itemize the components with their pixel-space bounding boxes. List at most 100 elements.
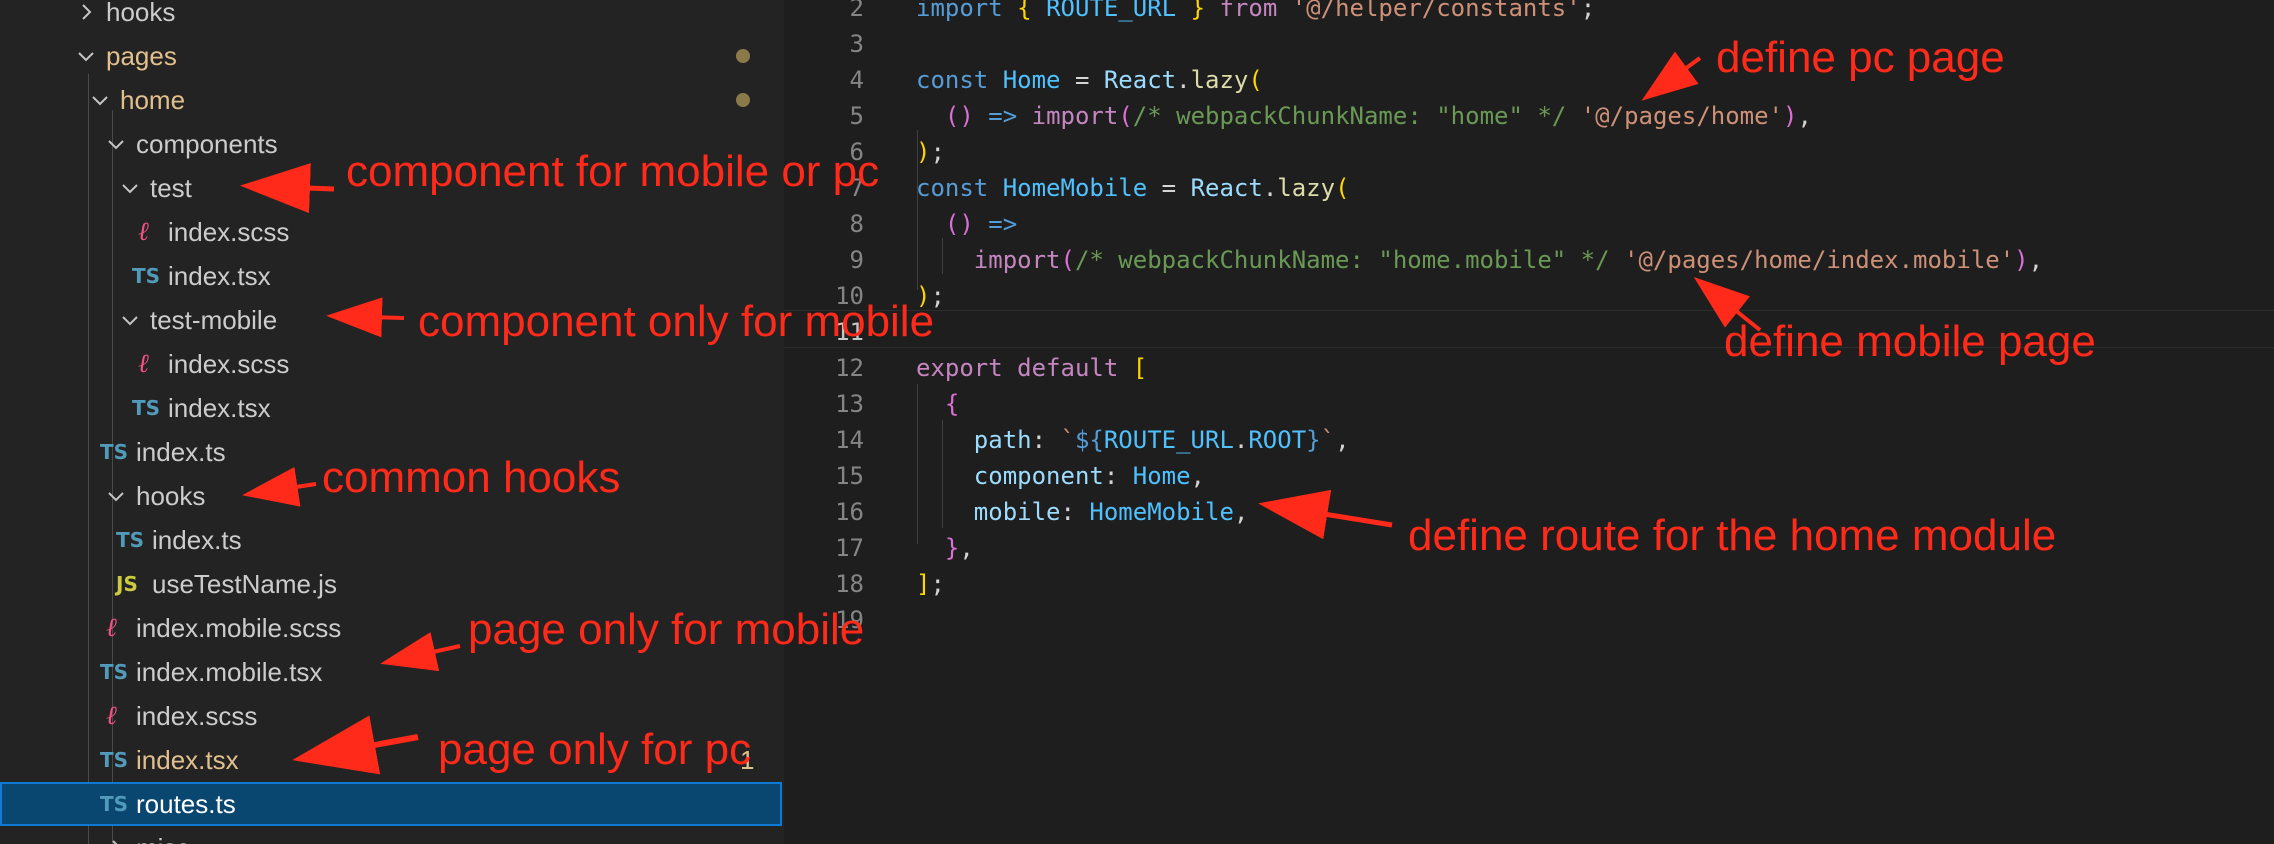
tree-item[interactable]: TS index.ts: [0, 518, 784, 562]
chevron-down-icon[interactable]: [104, 132, 128, 156]
chevron-down-icon[interactable]: [118, 176, 142, 200]
sass-file-icon: ℓ: [138, 349, 149, 379]
tree-item[interactable]: test: [0, 166, 784, 210]
chevron-right-icon[interactable]: [74, 0, 98, 24]
modified-dot: [736, 93, 750, 107]
code-line[interactable]: 15 component: Home,: [784, 458, 2274, 494]
line-number: 13: [835, 390, 864, 418]
tree-item[interactable]: components: [0, 122, 784, 166]
code-line[interactable]: 11: [784, 314, 2274, 350]
tree-item[interactable]: TS index.ts: [0, 430, 784, 474]
code-line[interactable]: 10);: [784, 278, 2274, 314]
tree-item[interactable]: test-mobile: [0, 298, 784, 342]
tree-item[interactable]: home: [0, 78, 784, 122]
code-text: {: [944, 390, 960, 418]
code-text: const HomeMobile = React.lazy(: [916, 174, 1350, 202]
tree-item-label: index.mobile.tsx: [136, 657, 323, 687]
code-line[interactable]: 4 const Home = React.lazy(: [784, 62, 2274, 98]
tree-item-label: routes.ts: [136, 789, 236, 819]
line-number: 9: [849, 246, 864, 274]
code-line[interactable]: 2 import { ROUTE_URL } from '@/helper/con…: [784, 0, 2274, 26]
tree-item[interactable]: TS index.tsx: [0, 386, 784, 430]
tree-item[interactable]: ℓ index.scss: [0, 694, 784, 738]
code-line[interactable]: 9 import(/* webpackChunkName: "home.mobi…: [784, 242, 2274, 278]
line-number: 4: [849, 66, 864, 94]
code-text: export default [: [916, 354, 1148, 382]
tree-item-label: hooks: [106, 0, 176, 27]
tree-item-label: index.mobile.scss: [136, 613, 342, 643]
tree-item-label: index.ts: [152, 525, 242, 555]
typescript-file-icon: TS: [100, 748, 129, 772]
chevron-down-icon[interactable]: [104, 484, 128, 508]
line-number: 12: [835, 354, 864, 382]
code-text: mobile: HomeMobile,: [973, 498, 1249, 526]
code-text: component: Home,: [973, 462, 1205, 490]
line-number: 16: [835, 498, 864, 526]
javascript-file-icon: JS: [116, 572, 138, 596]
tree-item[interactable]: JS useTestName.js: [0, 562, 784, 606]
typescript-file-icon: TS: [100, 792, 129, 816]
code-text: import(/* webpackChunkName: "home.mobile…: [973, 246, 2044, 274]
tree-item[interactable]: ℓ index.mobile.scss: [0, 606, 784, 650]
code-line[interactable]: 14 path: `${ROUTE_URL.ROOT}`,: [784, 422, 2274, 458]
tree-item[interactable]: hooks: [0, 474, 784, 518]
file-explorer: hooks pages home components test ℓ index.scss T…: [0, 0, 784, 844]
code-line[interactable]: 13 {: [784, 386, 2274, 422]
tree-item[interactable]: ℓ index.scss: [0, 342, 784, 386]
tree-item-label: test: [150, 173, 192, 203]
tree-item[interactable]: TS index.tsx: [0, 254, 784, 298]
code-line[interactable]: 6);: [784, 134, 2274, 170]
code-text: () =>: [944, 210, 1018, 238]
typescript-file-icon: TS: [116, 528, 145, 552]
chevron-down-icon[interactable]: [118, 308, 142, 332]
tree-item[interactable]: ℓ index.scss: [0, 210, 784, 254]
tree-item-label: home: [120, 85, 186, 115]
typescript-file-icon: TS: [100, 660, 129, 684]
code-text: import { ROUTE_URL } from '@/helper/cons…: [916, 0, 1596, 22]
chevron-down-icon[interactable]: [74, 44, 98, 68]
code-line[interactable]: 5 () => import(/* webpackChunkName: "hom…: [784, 98, 2274, 134]
tree-item[interactable]: TS index.mobile.tsx: [0, 650, 784, 694]
tree-item-label: index.tsx: [168, 393, 271, 423]
code-text: );: [916, 138, 945, 166]
tree-item-label: index.ts: [136, 437, 226, 467]
code-line[interactable]: 3: [784, 26, 2274, 62]
chevron-down-icon[interactable]: [88, 88, 112, 112]
line-number: 7: [849, 174, 864, 202]
code-text: const Home = React.lazy(: [916, 66, 1263, 94]
tree-item-label: index.tsx: [136, 745, 239, 775]
code-line[interactable]: 7 const HomeMobile = React.lazy(: [784, 170, 2274, 206]
code-line[interactable]: 16 mobile: HomeMobile,: [784, 494, 2274, 530]
tree-item[interactable]: misc: [0, 826, 784, 844]
code-line[interactable]: 12 export default [: [784, 350, 2274, 386]
sass-file-icon: ℓ: [106, 701, 117, 731]
code-line[interactable]: 18];: [784, 566, 2274, 602]
tree-item[interactable]: hooks: [0, 0, 784, 34]
code-line[interactable]: 8 () =>: [784, 206, 2274, 242]
code-text: ];: [916, 570, 945, 598]
chevron-right-icon[interactable]: [104, 836, 128, 844]
line-number: 8: [849, 210, 864, 238]
code-editor[interactable]: 2 import { ROUTE_URL } from '@/helper/con…: [784, 0, 2274, 844]
tree-item-label: components: [136, 129, 278, 159]
modified-dot: [736, 49, 750, 63]
line-number: 3: [849, 30, 864, 58]
tree-item[interactable]: TS routes.ts: [0, 782, 782, 826]
tree-item-label: test-mobile: [150, 305, 278, 335]
tree-item-label: index.scss: [136, 701, 258, 731]
code-line[interactable]: 19: [784, 602, 2274, 638]
tree-item[interactable]: pages: [0, 34, 784, 78]
typescript-file-icon: TS: [100, 440, 129, 464]
typescript-file-icon: TS: [132, 396, 161, 420]
line-number: 10: [835, 282, 864, 310]
code-line[interactable]: 17 },: [784, 530, 2274, 566]
tree-item-label: hooks: [136, 481, 206, 511]
line-number: 2: [849, 0, 864, 22]
problem-count-badge: 1: [740, 745, 755, 775]
line-number: 11: [835, 318, 864, 346]
tree-item-label: index.scss: [168, 217, 290, 247]
line-number: 18: [835, 570, 864, 598]
code-text: path: `${ROUTE_URL.ROOT}`,: [973, 426, 1350, 454]
tree-item[interactable]: TS index.tsx 1: [0, 738, 784, 782]
line-number: 15: [835, 462, 864, 490]
